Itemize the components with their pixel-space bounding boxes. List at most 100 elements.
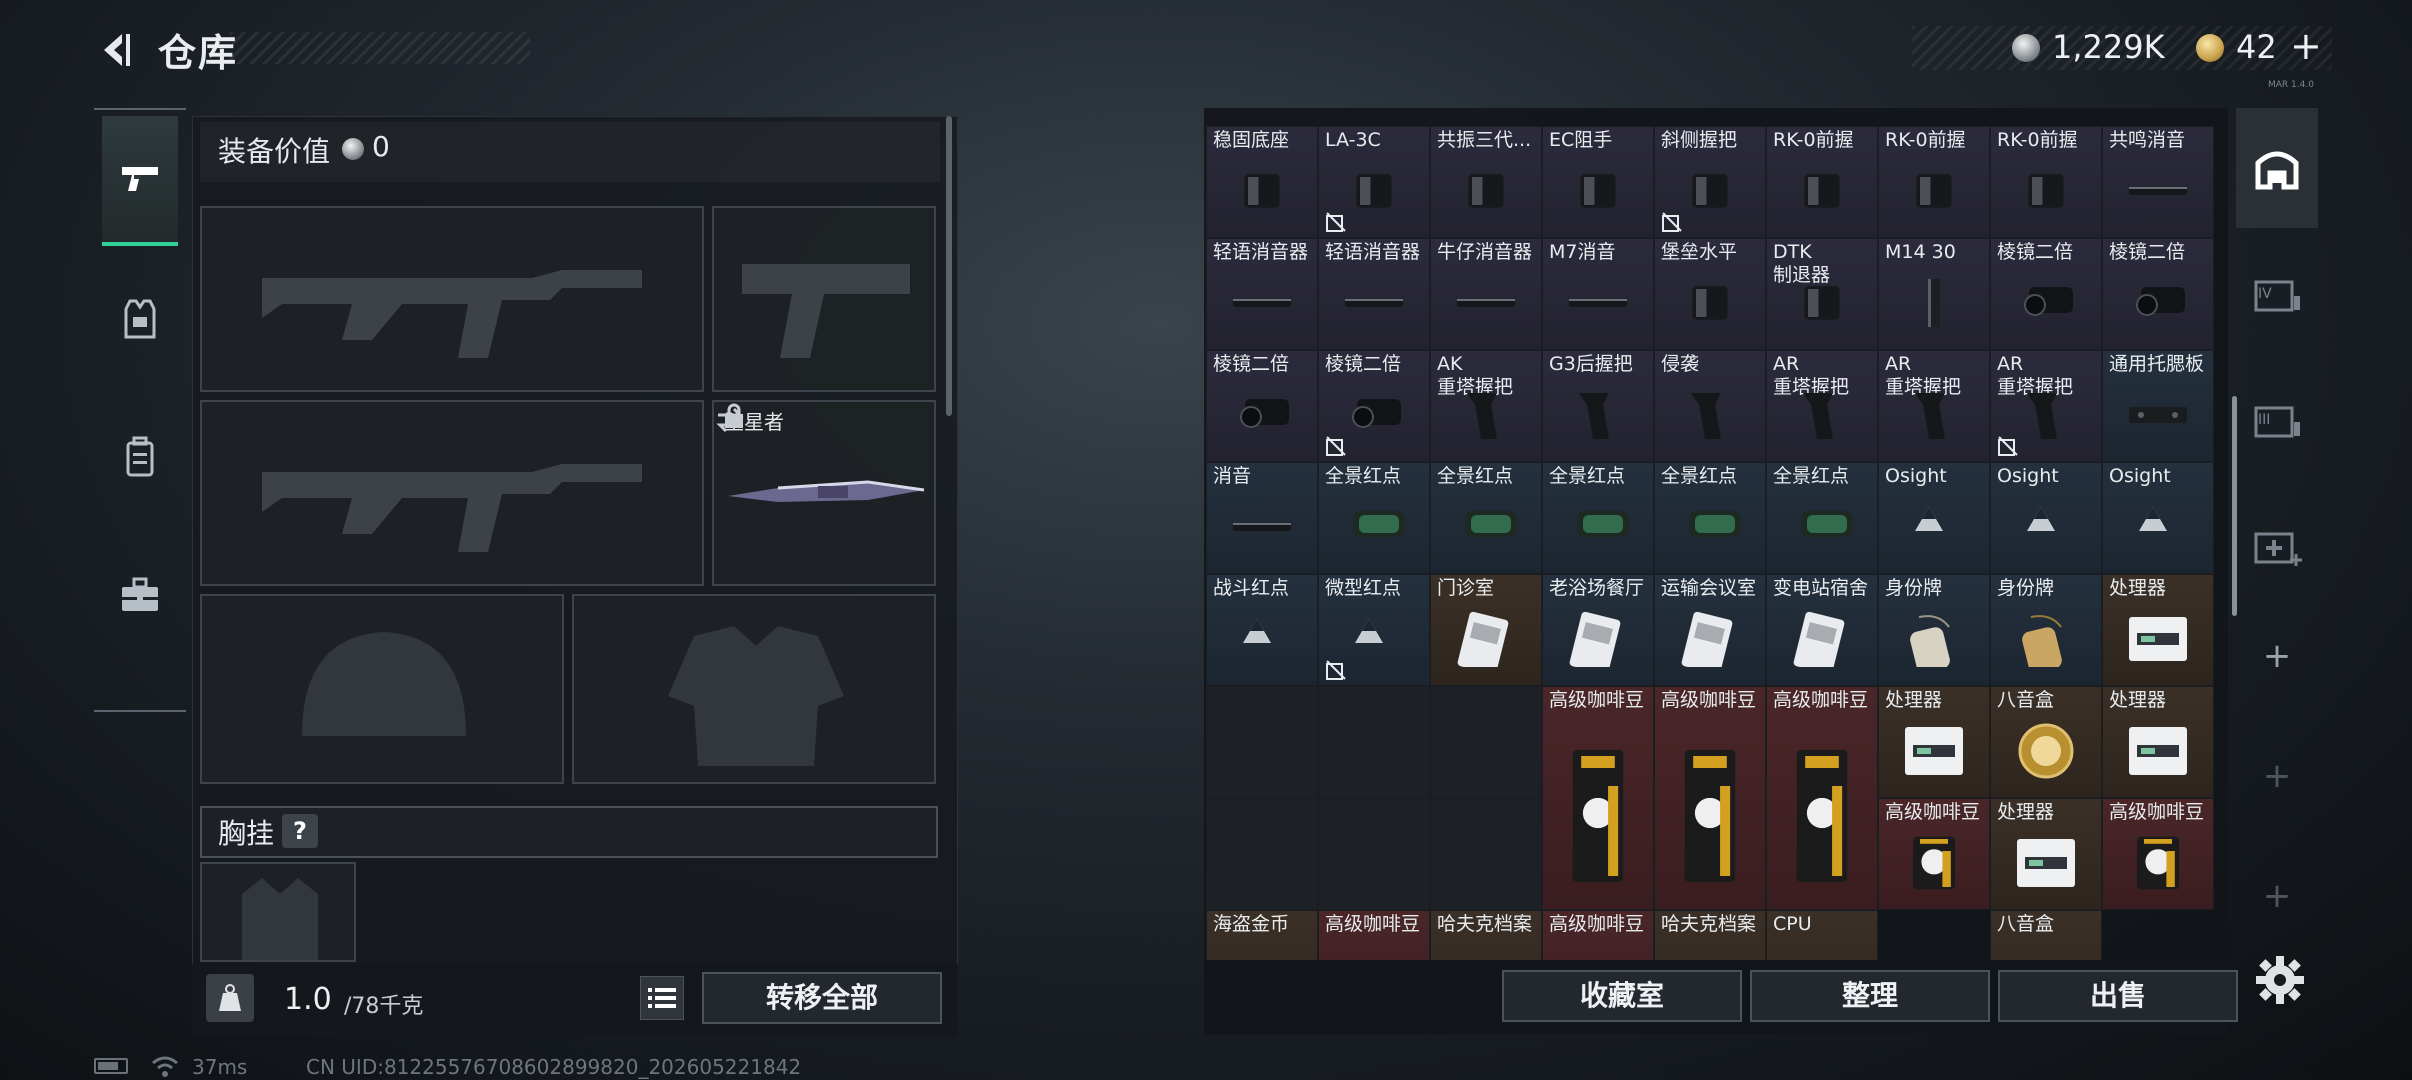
melee-slot[interactable]: 坠星者 xyxy=(712,400,936,586)
storage-item[interactable]: 高级咖啡豆 xyxy=(1318,910,1430,960)
storage-item[interactable]: DTK 制退器 xyxy=(1766,238,1878,350)
storage-item[interactable]: RK-0前握 xyxy=(1990,126,2102,238)
grip-icon xyxy=(1468,173,1504,208)
help-button[interactable]: ? xyxy=(282,814,318,848)
storage-item[interactable]: 侵袭 xyxy=(1654,350,1766,462)
tab-storage-4[interactable]: IV xyxy=(2236,234,2318,354)
tab-case[interactable] xyxy=(102,530,178,660)
storage-item[interactable]: Osight xyxy=(1990,462,2102,574)
empty-slot[interactable] xyxy=(1430,798,1542,910)
storage-item[interactable]: 轻语消音器 xyxy=(1318,238,1430,350)
storage-item[interactable]: 处理器 xyxy=(2102,574,2214,686)
helmet-slot[interactable] xyxy=(200,594,564,784)
add-slot-button[interactable]: + xyxy=(2236,836,2318,956)
storage-item[interactable]: 全景红点 xyxy=(1430,462,1542,574)
storage-item[interactable]: 全景红点 xyxy=(1318,462,1430,574)
add-slot-button[interactable]: + xyxy=(2236,596,2318,716)
storage-item[interactable]: RK-0前握 xyxy=(1766,126,1878,238)
storage-item[interactable]: 全景红点 xyxy=(1542,462,1654,574)
storage-item[interactable]: M7消音 xyxy=(1542,238,1654,350)
storage-item[interactable]: AK 重塔握把 xyxy=(1430,350,1542,462)
storage-item[interactable]: 消音 xyxy=(1206,462,1318,574)
transfer-all-button[interactable]: 转移全部 xyxy=(702,972,942,1024)
storage-item[interactable]: 棱镜二倍 xyxy=(2102,238,2214,350)
empty-slot[interactable] xyxy=(1430,686,1542,798)
storage-item[interactable]: 八音盒 xyxy=(1990,910,2102,960)
equipment-scrollbar[interactable] xyxy=(946,116,952,416)
muzzle-icon xyxy=(1692,285,1728,320)
storage-scrollbar[interactable] xyxy=(2232,396,2237,616)
settings-gear-icon[interactable] xyxy=(2250,950,2310,1010)
list-view-button[interactable] xyxy=(640,976,684,1020)
storage-item[interactable]: 哈夫克档案 xyxy=(1430,910,1542,960)
sell-button[interactable]: 出售 xyxy=(1998,970,2238,1022)
empty-slot[interactable] xyxy=(1318,686,1430,798)
empty-slot[interactable] xyxy=(1318,798,1430,910)
tab-storage-3[interactable]: III xyxy=(2236,360,2318,480)
add-gold-button[interactable]: + xyxy=(2290,24,2322,68)
storage-item[interactable]: 斜侧握把 xyxy=(1654,126,1766,238)
storage-item[interactable]: 高级咖啡豆 xyxy=(1542,910,1654,960)
storage-item[interactable]: Osight xyxy=(1878,462,1990,574)
storage-item[interactable]: 微型红点 xyxy=(1318,574,1430,686)
storage-item[interactable]: M14 30 xyxy=(1878,238,1990,350)
storage-item[interactable]: 高级咖啡豆 xyxy=(2102,798,2214,910)
storage-item[interactable]: EC阻手 xyxy=(1542,126,1654,238)
item-name: 高级咖啡豆 xyxy=(1885,801,1981,823)
storage-item[interactable]: 处理器 xyxy=(1990,798,2102,910)
empty-slot[interactable] xyxy=(1206,798,1318,910)
storage-item[interactable]: Osight xyxy=(2102,462,2214,574)
storage-item[interactable]: 共振三代... xyxy=(1430,126,1542,238)
storage-item[interactable]: G3后握把 xyxy=(1542,350,1654,462)
tab-backpack[interactable] xyxy=(102,392,178,522)
storage-item[interactable]: 战斗红点 xyxy=(1206,574,1318,686)
storage-item[interactable]: 身份牌 xyxy=(1990,574,2102,686)
storage-item[interactable]: AR 重塔握把 xyxy=(1990,350,2102,462)
storage-item[interactable]: 处理器 xyxy=(2102,686,2214,798)
back-arrow-icon[interactable] xyxy=(92,26,140,74)
storage-item[interactable]: 牛仔消音器 xyxy=(1430,238,1542,350)
storage-item[interactable]: 身份牌 xyxy=(1878,574,1990,686)
tab-add-storage[interactable] xyxy=(2236,486,2318,606)
add-slot-button[interactable]: + xyxy=(2236,716,2318,836)
empty-slot[interactable] xyxy=(1206,686,1318,798)
storage-item[interactable]: 八音盒 xyxy=(1990,686,2102,798)
storage-item[interactable]: RK-0前握 xyxy=(1878,126,1990,238)
pistol-slot[interactable] xyxy=(712,206,936,392)
storage-item[interactable]: AR 重塔握把 xyxy=(1766,350,1878,462)
storage-item[interactable]: 棱镜二倍 xyxy=(1318,350,1430,462)
storage-item[interactable]: 门诊室 xyxy=(1430,574,1542,686)
chest-rig-slot[interactable] xyxy=(200,862,356,962)
storage-item[interactable]: 高级咖啡豆 xyxy=(1766,686,1878,910)
primary-weapon-slot[interactable] xyxy=(200,206,704,392)
storage-item[interactable]: 高级咖啡豆 xyxy=(1542,686,1654,910)
storage-item[interactable]: 稳固底座 xyxy=(1206,126,1318,238)
storage-item[interactable]: 老浴场餐厅 xyxy=(1542,574,1654,686)
collection-room-button[interactable]: 收藏室 xyxy=(1502,970,1742,1022)
storage-item[interactable]: AR 重塔握把 xyxy=(1878,350,1990,462)
storage-item[interactable]: 高级咖啡豆 xyxy=(1878,798,1990,910)
tab-main-storage[interactable] xyxy=(2236,108,2318,228)
storage-item[interactable]: 轻语消音器 xyxy=(1206,238,1318,350)
storage-item[interactable]: 高级咖啡豆 xyxy=(1654,686,1766,910)
organize-button[interactable]: 整理 xyxy=(1750,970,1990,1022)
storage-item[interactable]: 全景红点 xyxy=(1766,462,1878,574)
tab-weapons[interactable] xyxy=(102,116,178,246)
storage-item[interactable]: 处理器 xyxy=(1878,686,1990,798)
storage-item[interactable]: 运输会议室 xyxy=(1654,574,1766,686)
storage-item[interactable]: 海盗金币 xyxy=(1206,910,1318,960)
storage-item[interactable]: CPU xyxy=(1766,910,1878,960)
storage-item[interactable]: 哈夫克档案 xyxy=(1654,910,1766,960)
storage-item[interactable]: 通用托腮板 xyxy=(2102,350,2214,462)
secondary-weapon-slot[interactable] xyxy=(200,400,704,586)
storage-item[interactable]: 全景红点 xyxy=(1654,462,1766,574)
storage-item[interactable]: 棱镜二倍 xyxy=(1206,350,1318,462)
red-dot-icon xyxy=(1577,510,1629,537)
storage-item[interactable]: 堡垒水平 xyxy=(1654,238,1766,350)
tab-armor[interactable] xyxy=(102,254,178,384)
storage-item[interactable]: 共鸣消音 xyxy=(2102,126,2214,238)
storage-item[interactable]: LA-3C xyxy=(1318,126,1430,238)
armor-slot[interactable] xyxy=(572,594,936,784)
storage-item[interactable]: 变电站宿舍 xyxy=(1766,574,1878,686)
storage-item[interactable]: 棱镜二倍 xyxy=(1990,238,2102,350)
